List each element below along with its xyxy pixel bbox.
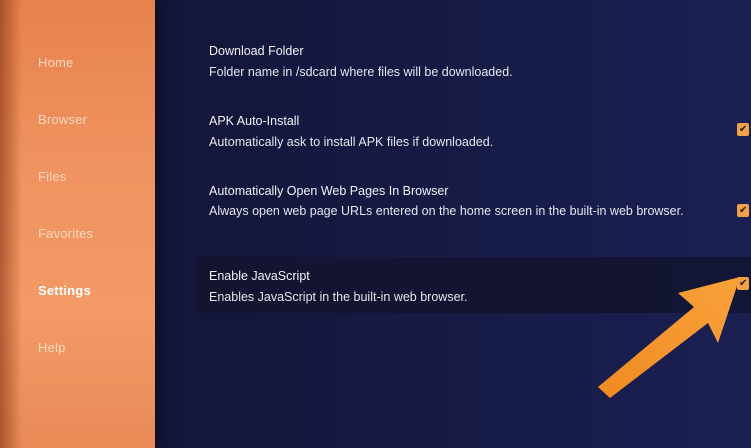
- setting-description: Automatically ask to install APK files i…: [209, 135, 494, 149]
- setting-title: APK Auto-Install: [209, 114, 300, 128]
- sidebar-item-home[interactable]: Home: [38, 55, 73, 70]
- setting-row-open-web-pages[interactable]: Automatically Open Web Pages In Browser …: [197, 176, 751, 242]
- sidebar-item-help[interactable]: Help: [38, 340, 66, 355]
- setting-row-download-folder[interactable]: Download Folder Folder name in /sdcard w…: [197, 36, 751, 88]
- setting-row-apk-auto-install[interactable]: APK Auto-Install Automatically ask to in…: [197, 106, 751, 158]
- sidebar-item-files[interactable]: Files: [38, 169, 66, 184]
- setting-description: Always open web page URLs entered on the…: [209, 204, 684, 218]
- apk-auto-install-checkbox[interactable]: ✔: [737, 123, 749, 136]
- screen: Home Browser Files Favorites Settings He…: [0, 0, 751, 448]
- setting-title: Enable JavaScript: [209, 269, 310, 283]
- check-icon: ✔: [739, 205, 748, 216]
- sidebar-item-browser[interactable]: Browser: [38, 112, 87, 127]
- sidebar: Home Browser Files Favorites Settings He…: [0, 0, 155, 448]
- sidebar-item-favorites[interactable]: Favorites: [38, 226, 93, 241]
- arrow-icon: [598, 277, 740, 398]
- setting-title: Automatically Open Web Pages In Browser: [209, 184, 449, 198]
- setting-title: Download Folder: [209, 44, 304, 58]
- setting-description: Folder name in /sdcard where files will …: [209, 65, 513, 79]
- sidebar-edge-shadow: [0, 0, 22, 448]
- check-icon: ✔: [739, 124, 748, 135]
- open-web-pages-checkbox[interactable]: ✔: [737, 204, 749, 217]
- sidebar-item-settings[interactable]: Settings: [38, 283, 91, 298]
